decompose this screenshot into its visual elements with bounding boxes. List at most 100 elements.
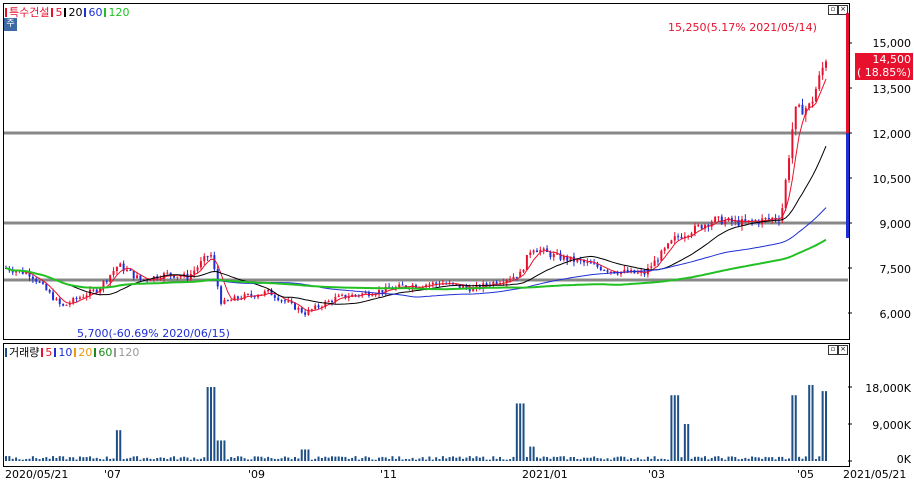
- volume-bar: [643, 459, 646, 461]
- candle-body: [38, 281, 41, 283]
- volume-bar: [226, 459, 229, 461]
- volume-bar: [183, 456, 186, 461]
- volume-bar: [465, 457, 468, 461]
- volume-bar: [404, 458, 407, 461]
- candle-body: [673, 236, 676, 241]
- x-tick-07: '07: [104, 468, 122, 481]
- candle-body: [650, 266, 653, 268]
- volume-bar: [267, 456, 270, 461]
- candle-body: [132, 270, 135, 278]
- candle-body: [529, 252, 532, 256]
- candle-body: [166, 272, 169, 274]
- candle-body: [72, 298, 75, 304]
- volume-bar: [236, 456, 239, 461]
- volume-bar: [673, 395, 676, 461]
- volume-bar: [441, 456, 444, 461]
- candle-body: [677, 236, 680, 238]
- candle-body: [230, 300, 233, 302]
- candle-body: [670, 240, 673, 244]
- candle-body: [401, 284, 404, 286]
- volume-bar: [650, 458, 653, 461]
- volume-bar: [220, 440, 223, 461]
- volume-bar: [186, 457, 189, 461]
- candle-body: [576, 259, 579, 262]
- volume-bar: [710, 457, 713, 461]
- volume-bar: [85, 457, 88, 461]
- volume-bar: [314, 458, 317, 461]
- volume-bar: [193, 457, 196, 461]
- volume-bar: [579, 459, 582, 461]
- low-annotation: 5,700(-60.69% 2020/06/15): [77, 327, 230, 340]
- price-tick-9000: 9,000: [879, 218, 912, 231]
- volume-bar: [808, 384, 811, 461]
- volume-bar: [102, 459, 105, 461]
- volume-bar: [589, 457, 592, 461]
- volume-bar: [82, 457, 85, 461]
- candle-body: [203, 256, 206, 262]
- volume-bar: [95, 457, 98, 461]
- volume-bar: [109, 458, 112, 461]
- candle-body: [75, 298, 78, 300]
- volume-bar: [542, 456, 545, 461]
- candle-body: [549, 251, 552, 258]
- volume-bar: [435, 457, 438, 461]
- volume-bar: [8, 456, 11, 461]
- candle-body: [364, 292, 367, 294]
- volume-bar: [609, 459, 612, 461]
- volume-bar: [730, 456, 733, 461]
- volume-bar: [391, 456, 394, 461]
- volume-bar: [475, 456, 478, 461]
- candle-body: [509, 278, 512, 280]
- volume-bar: [294, 456, 297, 461]
- volume-bar: [539, 458, 542, 461]
- candle-body: [512, 276, 515, 279]
- volume-bar: [646, 456, 649, 461]
- volume-bar: [48, 458, 51, 461]
- candle-body: [717, 216, 720, 218]
- candle-body: [246, 294, 249, 296]
- volume-bar: [583, 457, 586, 461]
- candle-body: [210, 255, 212, 257]
- volume-bar: [257, 456, 260, 461]
- candle-body: [277, 297, 280, 301]
- volume-bar: [522, 403, 525, 461]
- volume-bar: [55, 457, 58, 461]
- volume-bar: [455, 457, 458, 461]
- volume-bar: [734, 456, 737, 461]
- candle-body: [176, 276, 179, 278]
- volume-bar: [169, 457, 172, 461]
- candle-body: [825, 61, 827, 68]
- volume-bar: [280, 458, 283, 461]
- candle-body: [693, 225, 696, 234]
- candle-body: [435, 282, 438, 284]
- candle-body: [606, 270, 609, 272]
- candle-body: [139, 275, 142, 280]
- volume-bar: [633, 459, 636, 461]
- candle-body: [45, 283, 48, 291]
- candle-body: [297, 308, 300, 310]
- volume-bar: [136, 456, 139, 461]
- candle-body: [724, 220, 727, 225]
- candle-body: [663, 248, 666, 251]
- candle-body: [593, 263, 596, 265]
- candle-body: [814, 88, 817, 102]
- candle-body: [720, 216, 723, 225]
- volume-bar: [304, 449, 307, 461]
- volume-bar: [99, 458, 102, 461]
- volume-bar: [784, 459, 787, 461]
- candle-body: [794, 106, 797, 130]
- candle-body: [125, 269, 128, 271]
- volume-bar: [599, 458, 602, 461]
- volume-bar: [371, 459, 374, 461]
- candle-body: [784, 179, 787, 209]
- candle-body: [280, 300, 283, 302]
- candle-body: [653, 260, 656, 267]
- volume-bar: [384, 457, 387, 461]
- volume-bar: [603, 459, 606, 461]
- volume-bar: [300, 449, 303, 461]
- volume-bar: [253, 456, 256, 461]
- candle-body: [609, 271, 612, 273]
- volume-bar: [357, 459, 360, 461]
- volume-bar: [277, 458, 280, 461]
- volume-bar: [344, 456, 347, 461]
